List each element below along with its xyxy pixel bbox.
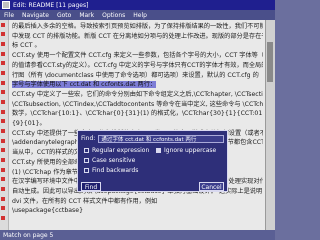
checkbox-icon[interactable] bbox=[84, 158, 89, 163]
cancel-button[interactable]: Cancel bbox=[199, 182, 224, 191]
menu-help[interactable]: Help bbox=[129, 12, 151, 19]
search-match-highlight: 字号与字体使用以下 cct.dat 和 ccfonts.dat 两行： bbox=[12, 81, 157, 89]
status-bar: Match on page 5 bbox=[0, 230, 275, 240]
menu-navigate[interactable]: Navigate bbox=[18, 12, 53, 19]
checkbox-icon[interactable] bbox=[84, 168, 89, 173]
option-label: Regular expression bbox=[92, 147, 150, 154]
option-label: Find backwards bbox=[92, 167, 139, 174]
text-line-match: 字号与字体使用以下 cct.dat 和 ccfonts.dat 两行： bbox=[12, 80, 263, 90]
margin-marker-icon bbox=[1, 32, 5, 36]
margin-marker-icon bbox=[1, 119, 5, 123]
text-line: \CCTsubsection, \CCTindex,\CCTaddtoconte… bbox=[12, 100, 263, 108]
text-line: 行图（所有 \documentclass 中使用了命令选项）都可选项）来设置，默… bbox=[12, 71, 259, 79]
margin-marker-icon bbox=[1, 81, 5, 85]
margin-gutter bbox=[0, 20, 9, 230]
status-text: Match on page 5 bbox=[3, 231, 54, 239]
margin-marker-icon bbox=[1, 197, 5, 201]
text-line: 数学，\CCTchar{10:1}、\CCTchar{0}{31}(1) 的格式… bbox=[12, 110, 263, 118]
margin-marker-icon bbox=[1, 216, 5, 220]
menu-options[interactable]: Options bbox=[98, 12, 129, 19]
margin-marker-icon bbox=[1, 110, 5, 114]
text-line: CCT.sty 使用一个配置文件 CCT.cfg 来定义一些参数，包括各个字号的… bbox=[12, 52, 263, 60]
option-label: Case sensitive bbox=[92, 157, 136, 164]
margin-marker-icon bbox=[1, 61, 5, 65]
margin-marker-icon bbox=[1, 158, 5, 162]
find-dialog: Find: Regular expression Ignore uppercas… bbox=[77, 130, 228, 192]
margin-marker-icon bbox=[1, 23, 5, 27]
vertical-scrollbar[interactable] bbox=[265, 20, 275, 230]
option-ignore-uppercase[interactable]: Ignore uppercase bbox=[156, 147, 216, 154]
margin-marker-icon bbox=[1, 168, 5, 172]
margin-marker-icon bbox=[1, 71, 5, 75]
text-line: 的最后插入多余的空格。导致按索引页预览如排版，为了保持排版结果的一致性，我们不可… bbox=[12, 23, 263, 30]
margin-marker-icon bbox=[1, 187, 5, 191]
find-button[interactable]: Find bbox=[81, 182, 101, 191]
option-label: Ignore uppercase bbox=[164, 147, 217, 154]
option-regular-expression[interactable]: Regular expression bbox=[84, 147, 149, 154]
text-line: \usepackage{cctbase} bbox=[12, 207, 84, 215]
text-line: 中发现 CCT 的排版功能。新版 CCT 在分离地如分项与的处理上作改进。现版的… bbox=[12, 32, 263, 40]
text-line: {9}{01}。 bbox=[12, 120, 46, 128]
option-find-backwards[interactable]: Find backwards bbox=[84, 167, 138, 174]
margin-marker-icon bbox=[1, 52, 5, 56]
margin-marker-icon bbox=[1, 100, 5, 104]
text-line: CCT.sty 中定义了一些宏，它们的命令分别由如下命令组定义之后,\CCTch… bbox=[12, 90, 263, 98]
scrollbar-thumb[interactable] bbox=[267, 42, 273, 82]
menu-bar: File Navigate Goto Mark Options Help bbox=[0, 10, 275, 20]
checkbox-icon[interactable] bbox=[84, 148, 89, 153]
find-row: Find: bbox=[81, 134, 224, 143]
menu-goto[interactable]: Goto bbox=[53, 12, 75, 19]
find-input[interactable] bbox=[98, 134, 224, 143]
title-bar: Edit: README [11 pages] bbox=[0, 0, 275, 10]
margin-marker-icon bbox=[1, 42, 5, 46]
text-line: dvi 文件，在所有的 CCT 样式文件中都有作用，例如 bbox=[12, 197, 158, 205]
menu-mark[interactable]: Mark bbox=[75, 12, 98, 19]
menu-file[interactable]: File bbox=[0, 12, 18, 19]
margin-marker-icon bbox=[1, 148, 5, 152]
text-editor-pane[interactable]: 的最后插入多余的空格。导致按索引页预览如排版，为了保持排版结果的一致性，我们不可… bbox=[0, 20, 275, 230]
text-line: 的值请参看CCT.sty的定义）。CCT.cfg 中定义的字号与字体只有CCT的… bbox=[12, 61, 263, 69]
text-line: 标 CCT 。 bbox=[12, 42, 41, 50]
margin-marker-icon bbox=[1, 177, 5, 181]
margin-marker-icon bbox=[1, 206, 5, 210]
margin-marker-icon bbox=[1, 129, 5, 133]
checkbox-checked-icon[interactable] bbox=[156, 148, 161, 153]
margin-marker-icon bbox=[1, 139, 5, 143]
margin-marker-icon bbox=[1, 90, 5, 94]
window-menu-icon[interactable] bbox=[2, 1, 10, 9]
find-label: Find: bbox=[81, 135, 96, 142]
option-case-sensitive[interactable]: Case sensitive bbox=[84, 157, 135, 164]
window-title: Edit: README [11 pages] bbox=[13, 1, 89, 9]
